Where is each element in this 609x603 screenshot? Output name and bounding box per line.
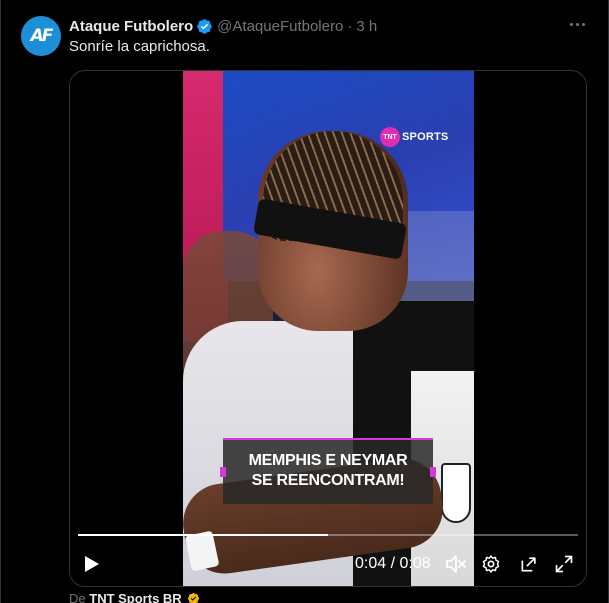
video-frame[interactable]: TNT SPORTS MEMPHIS E NEYMAR SE REENCONTR… — [183, 71, 474, 586]
verified-badge-icon — [197, 18, 212, 34]
handle[interactable]: @AtaqueFutbolero — [217, 18, 343, 35]
attribution-prefix: De — [69, 591, 86, 603]
tnt-logo: TNT — [380, 127, 400, 147]
volume-mute-icon — [446, 555, 466, 573]
watermark-text: SPORTS — [402, 131, 449, 143]
play-button[interactable] — [80, 549, 104, 579]
progress-bar[interactable] — [78, 534, 578, 536]
picture-in-picture-icon — [521, 557, 536, 572]
tweet[interactable]: AF Ataque Futbolero @AtaqueFutbolero · 3… — [0, 0, 609, 603]
fullscreen-button[interactable] — [552, 551, 576, 577]
mute-button[interactable] — [444, 551, 468, 577]
avatar[interactable]: AF — [21, 16, 61, 56]
play-icon — [85, 556, 99, 572]
gear-icon — [482, 555, 500, 573]
caption-line-2: SE REENCONTRAM! — [251, 472, 405, 489]
progress-fill — [78, 534, 328, 536]
media-attribution: De TNT Sports BR — [69, 591, 200, 603]
video-player[interactable]: TNT SPORTS MEMPHIS E NEYMAR SE REENCONTR… — [69, 70, 587, 587]
time-display: 0:04 / 0:08 — [355, 555, 431, 572]
tweet-text: Sonríe la caprichosa. — [69, 38, 210, 55]
settings-button[interactable] — [479, 551, 503, 577]
more-options-button[interactable] — [567, 14, 587, 34]
more-horizontal-icon — [569, 22, 573, 26]
verified-gold-badge-icon — [188, 592, 200, 603]
santos-crest — [441, 463, 471, 523]
video-caption: MEMPHIS E NEYMAR SE REENCONTRAM! — [220, 438, 436, 504]
avatar-text: AF — [30, 26, 54, 46]
tweet-header: Ataque Futbolero @AtaqueFutbolero · 3 h — [69, 16, 377, 36]
display-name[interactable]: Ataque Futbolero — [69, 18, 193, 35]
picture-in-picture-button[interactable] — [517, 551, 541, 577]
timestamp[interactable]: 3 h — [356, 18, 377, 35]
attribution-source-link[interactable]: TNT Sports BR — [89, 591, 181, 603]
fullscreen-icon — [555, 555, 573, 573]
video-controls: 0:04 / 0:08 — [70, 549, 586, 579]
caption-line-1: MEMPHIS E NEYMAR — [248, 452, 408, 469]
tnt-sports-watermark: TNT SPORTS — [380, 127, 448, 147]
separator-dot: · — [347, 17, 353, 35]
